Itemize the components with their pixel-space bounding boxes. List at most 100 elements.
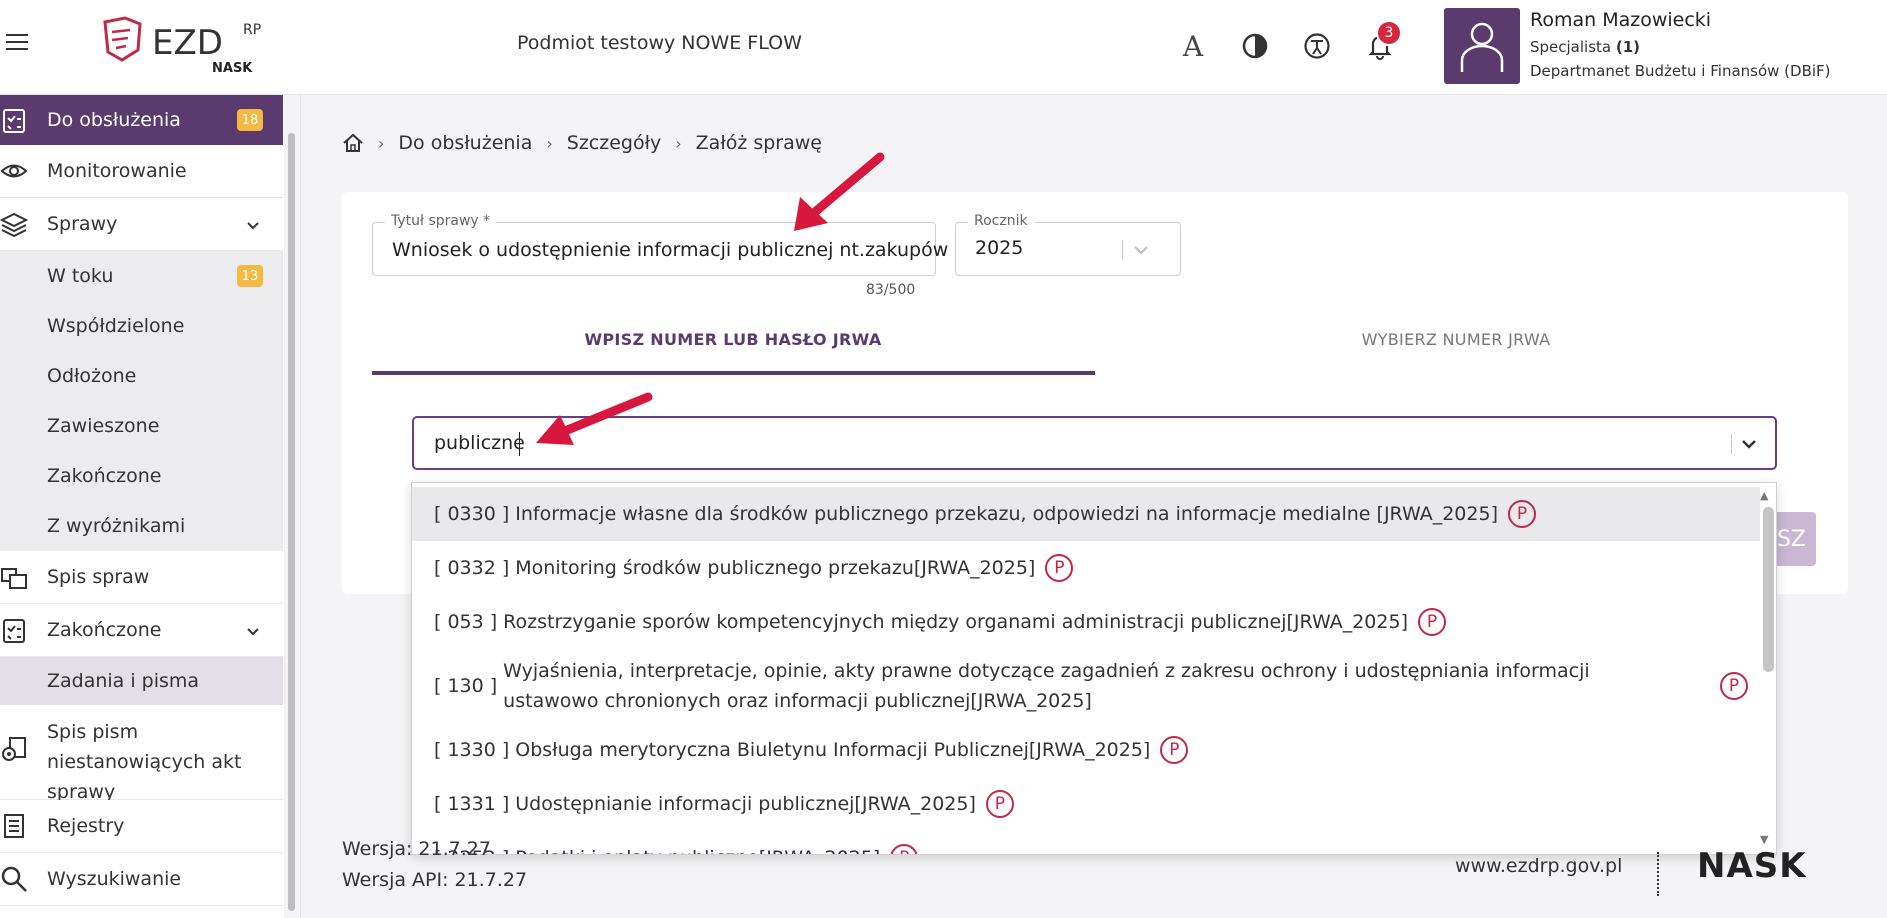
sidebar-item-spis-spraw[interactable]: Spis spraw bbox=[0, 551, 283, 604]
scroll-up-icon[interactable]: ▲ bbox=[1760, 489, 1768, 502]
user-role-count: (1) bbox=[1615, 38, 1641, 56]
dropdown-scrollbar[interactable] bbox=[1763, 507, 1774, 672]
sidebar-item-label: Sprawy bbox=[47, 213, 118, 235]
sidebar-item-label: Do obsłużenia bbox=[47, 109, 181, 131]
jrwa-text: Rozstrzyganie sporów kompetencyjnych mię… bbox=[503, 611, 1408, 633]
dropdown-option[interactable]: [ 053 ] Rozstrzyganie sporów kompetencyj… bbox=[412, 595, 1760, 649]
active-tab-indicator bbox=[372, 371, 1095, 375]
jrwa-text: Wyjaśnienia, interpretacje, opinie, akty… bbox=[503, 660, 1590, 712]
chevron-down-icon[interactable] bbox=[247, 219, 259, 231]
title-field-label: Tytuł sprawy * bbox=[385, 213, 497, 229]
clipboard-check-icon bbox=[3, 619, 25, 643]
year-select[interactable]: Rocznik 2025 bbox=[955, 213, 1181, 276]
sidebar-item-do-obsluzenia[interactable]: Do obsłużenia 18 bbox=[0, 95, 283, 145]
sidebar-item-zadania-i-pisma[interactable]: Zadania i pisma bbox=[0, 657, 283, 705]
text-cursor bbox=[519, 432, 520, 456]
sidebar-scrollbar[interactable] bbox=[288, 133, 295, 911]
user-name[interactable]: Roman Mazowiecki bbox=[1530, 9, 1711, 31]
breadcrumb-separator: › bbox=[546, 133, 553, 153]
eye-icon bbox=[0, 164, 28, 178]
sidebar-item-zakonczone[interactable]: Zakończone bbox=[0, 604, 283, 657]
jrwa-search-input[interactable]: publiczne bbox=[412, 416, 1777, 470]
jrwa-search-value[interactable]: publiczne bbox=[434, 432, 525, 454]
sidebar-item-spis-pism[interactable]: Spis pism niestanowiących akt sprawy bbox=[0, 705, 283, 803]
font-size-icon[interactable]: A bbox=[1175, 28, 1211, 64]
breadcrumb-item-current: Załóż sprawę bbox=[695, 132, 822, 154]
sidebar-divider bbox=[300, 95, 301, 918]
sidebar-item-monitorowanie[interactable]: Monitorowanie bbox=[0, 145, 283, 198]
hamburger-menu-icon[interactable] bbox=[6, 34, 28, 52]
sidebar-item-wspoldzielone[interactable]: Współdzielone bbox=[0, 301, 283, 351]
sidebar-item-label: Spis pism niestanowiących akt sprawy bbox=[47, 721, 242, 803]
sidebar-item-label: Zadania i pisma bbox=[47, 670, 200, 692]
title-field-value[interactable]: Wniosek o udostępnienie informacji publi… bbox=[392, 239, 948, 261]
layers-icon bbox=[0, 212, 28, 238]
jrwa-code: [ 130 ] bbox=[434, 675, 498, 697]
count-badge: 13 bbox=[237, 265, 263, 287]
sidebar-item-rejestry[interactable]: Rejestry bbox=[0, 800, 283, 853]
sidebar-item-label: Zakończone bbox=[47, 465, 162, 487]
chevron-down-icon[interactable] bbox=[1740, 435, 1758, 453]
dropdown-option[interactable]: [ 2252 ] Podatki i opłaty publiczne[JRWA… bbox=[412, 831, 1760, 854]
user-department: Departmanet Budżetu i Finansów (DBiF) bbox=[1530, 62, 1831, 80]
sidebar-item-wyszukiwanie[interactable]: Wyszukiwanie bbox=[0, 853, 283, 906]
select-separator bbox=[1122, 240, 1123, 260]
nask-logo: NASK bbox=[1697, 846, 1807, 886]
footer-divider bbox=[1657, 852, 1659, 896]
sidebar-item-label: Zawieszone bbox=[47, 415, 160, 437]
ezd-rp-logo[interactable]: EZD RP NASK bbox=[100, 14, 280, 76]
svg-text:NASK: NASK bbox=[212, 61, 253, 76]
home-icon[interactable] bbox=[342, 133, 364, 153]
app-version: Wersja: 21.7.27 bbox=[342, 838, 491, 860]
title-field[interactable]: Tytuł sprawy * Wniosek o udostępnienie i… bbox=[372, 213, 948, 276]
user-role: Specjalista (1) bbox=[1530, 38, 1640, 56]
tab-select-jrwa[interactable]: WYBIERZ NUMER JRWA bbox=[1095, 330, 1817, 349]
dropdown-option[interactable]: [ 1330 ] Obsługa merytoryczna Biuletynu … bbox=[412, 723, 1760, 777]
folders-icon bbox=[1, 568, 27, 589]
p-tag-icon: P bbox=[890, 844, 919, 854]
register-icon bbox=[4, 814, 24, 838]
sidebar-item-zakonczone-sub[interactable]: Zakończone bbox=[0, 451, 283, 501]
chevron-down-icon[interactable] bbox=[1133, 242, 1149, 258]
p-tag-icon: P bbox=[1720, 672, 1748, 700]
jrwa-code: [ 053 ] bbox=[434, 611, 498, 633]
jrwa-code: [ 0332 ] bbox=[434, 557, 510, 579]
sidebar-item-sprawy[interactable]: Sprawy bbox=[0, 198, 283, 251]
clipboard-check-icon bbox=[3, 109, 25, 133]
sidebar-item-label: Spis spraw bbox=[47, 566, 150, 588]
breadcrumb-item[interactable]: Szczegóły bbox=[567, 132, 661, 154]
user-avatar[interactable] bbox=[1444, 8, 1520, 84]
year-select-label: Rocznik bbox=[968, 213, 1034, 229]
dropdown-option[interactable]: [ 130 ] Wyjaśnienia, interpretacje, opin… bbox=[412, 649, 1760, 723]
scroll-down-icon[interactable]: ▼ bbox=[1760, 833, 1768, 846]
dropdown-option[interactable]: [ 0332 ] Monitoring środków publicznego … bbox=[412, 541, 1760, 595]
app-header: EZD RP NASK Podmiot testowy NOWE FLOW A … bbox=[0, 0, 1887, 95]
count-badge: 18 bbox=[237, 109, 263, 131]
sidebar-item-w-toku[interactable]: W toku 13 bbox=[0, 251, 283, 301]
contrast-icon[interactable] bbox=[1237, 28, 1273, 64]
organization-name[interactable]: Podmiot testowy NOWE FLOW bbox=[517, 32, 802, 54]
accessibility-icon[interactable] bbox=[1299, 28, 1335, 64]
sidebar-item-label: W toku bbox=[47, 265, 114, 287]
select-separator bbox=[1731, 434, 1732, 454]
jrwa-text: Podatki i opłaty publiczne[JRWA_2025] bbox=[515, 847, 880, 854]
p-tag-icon: P bbox=[1508, 500, 1536, 528]
jrwa-text: Udostępnianie informacji publicznej[JRWA… bbox=[515, 793, 976, 815]
tab-enter-jrwa[interactable]: WPISZ NUMER LUB HASŁO JRWA bbox=[372, 330, 1094, 349]
dropdown-option[interactable]: [ 1331 ] Udostępnianie informacji public… bbox=[412, 777, 1760, 831]
footer-link[interactable]: www.ezdrp.gov.pl bbox=[1455, 855, 1622, 877]
logo-text: EZD bbox=[152, 23, 223, 63]
p-tag-icon: P bbox=[1160, 736, 1189, 764]
jrwa-text: Monitoring środków publicznego przekazu[… bbox=[515, 557, 1036, 579]
jrwa-code: [ 1330 ] bbox=[434, 739, 510, 761]
breadcrumb-item[interactable]: Do obsłużenia bbox=[398, 132, 532, 154]
svg-text:RP: RP bbox=[243, 22, 261, 38]
chevron-down-icon[interactable] bbox=[247, 625, 259, 637]
jrwa-text: Obsługa merytoryczna Biuletynu Informacj… bbox=[515, 739, 1151, 761]
dropdown-option[interactable]: [ 0330 ] Informacje własne dla środków p… bbox=[412, 487, 1760, 541]
sidebar-item-z-wyroznikami[interactable]: Z wyróżnikami bbox=[0, 501, 283, 551]
sidebar-item-label: Wyszukiwanie bbox=[47, 868, 182, 890]
sidebar-item-odlozone[interactable]: Odłożone bbox=[0, 351, 283, 401]
sidebar-item-zawieszone[interactable]: Zawieszone bbox=[0, 401, 283, 451]
jrwa-dropdown-list[interactable]: [ 0330 ] Informacje własne dla środków p… bbox=[411, 482, 1777, 855]
